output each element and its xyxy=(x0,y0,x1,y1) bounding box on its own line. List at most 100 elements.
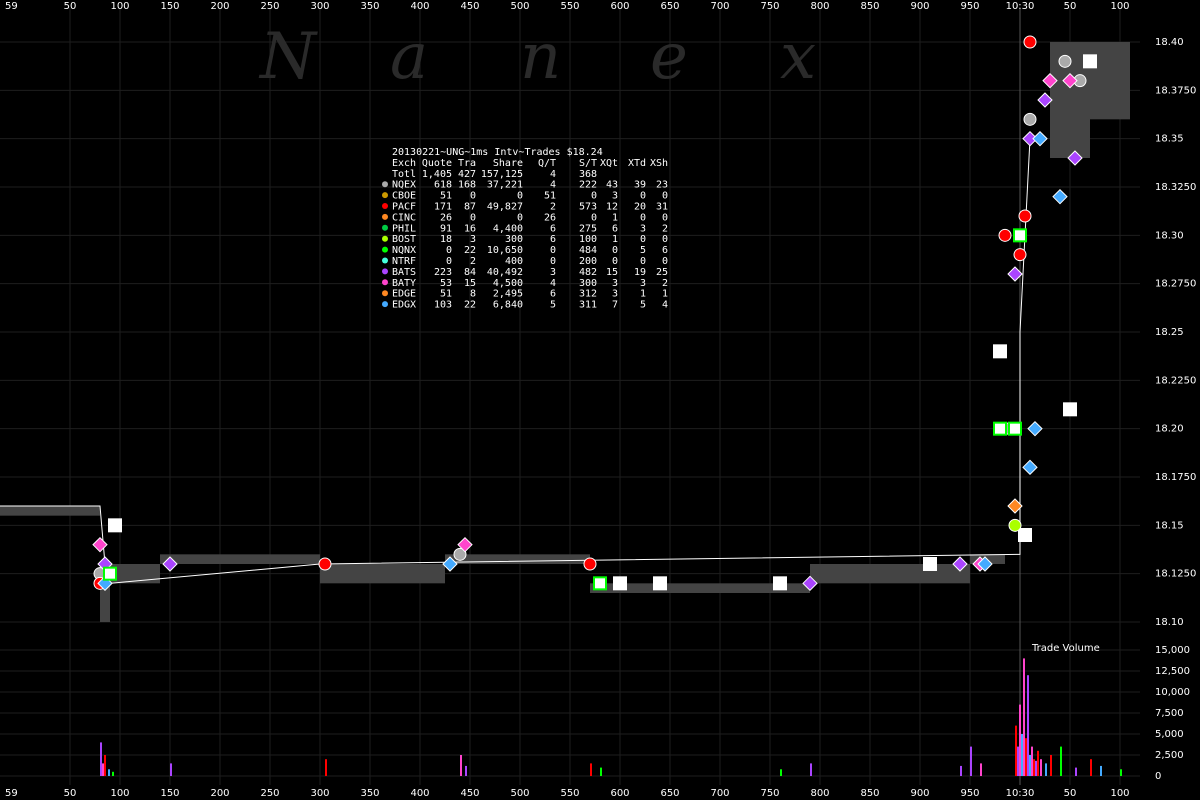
x-tick-label: 100 xyxy=(110,1,129,12)
stats-cell: 0 xyxy=(640,256,646,267)
stats-header-cell: XSh xyxy=(650,158,668,169)
stats-cell: 6,840 xyxy=(493,300,523,311)
stats-header-cell: Quote xyxy=(422,158,452,169)
x-tick-label: 59 xyxy=(5,1,18,12)
stats-cell: 4,400 xyxy=(493,223,523,234)
stats-cell: 87 xyxy=(464,202,476,213)
stats-cell: 311 xyxy=(579,300,597,311)
stats-cell: 5 xyxy=(550,300,556,311)
stats-cell: 100 xyxy=(579,234,597,245)
stats-cell: 3 xyxy=(640,278,646,289)
stats-cell: 2,495 xyxy=(493,289,523,300)
nbbo-segment xyxy=(0,506,100,516)
stats-cell: 1 xyxy=(662,289,668,300)
x-tick-label: 900 xyxy=(910,1,929,12)
watermark-letter: N xyxy=(258,20,318,94)
x-tick-label: 650 xyxy=(660,1,679,12)
volume-bar xyxy=(1029,755,1031,776)
stats-header-cell: XTd xyxy=(628,158,646,169)
legend-swatch xyxy=(382,192,388,199)
stats-cell: 0 xyxy=(470,212,476,223)
stats-cell: 0 xyxy=(591,212,597,223)
volume-bar xyxy=(104,755,106,776)
stats-cell: PACF xyxy=(392,202,416,213)
stats-table: 20130221~UNG~1ms Intv~Trades $18.24Exch Q… xyxy=(382,147,668,311)
nbbo-segment xyxy=(160,554,320,564)
stats-cell: 300 xyxy=(505,234,523,245)
x-tick-label: 350 xyxy=(360,788,379,799)
stats-cell: 23 xyxy=(656,180,668,191)
volume-bar xyxy=(112,771,114,776)
stats-cell: 0 xyxy=(517,191,523,202)
x-tick-label: 750 xyxy=(760,1,779,12)
y-tick-label: 18.3750 xyxy=(1155,85,1196,96)
stats-title: 20130221~UNG~1ms Intv~Trades $18.24 xyxy=(392,147,603,158)
stats-cell: 4,500 xyxy=(493,278,523,289)
stats-cell: 4 xyxy=(550,180,556,191)
stats-cell: 171 xyxy=(434,202,452,213)
volume-bar xyxy=(1023,658,1025,776)
stats-cell: 22 xyxy=(464,300,476,311)
trade-marker-ntrf xyxy=(1018,528,1032,542)
x-tick-label: 950 xyxy=(960,788,979,799)
stats-cell: 482 xyxy=(579,267,597,278)
volume-bar xyxy=(1040,759,1042,776)
x-tick-label: 500 xyxy=(510,1,529,12)
trade-marker-pacf xyxy=(318,557,332,571)
y-tick-label: 18.30 xyxy=(1155,230,1184,241)
trade-marker-edgx xyxy=(1022,459,1038,476)
volume-bar xyxy=(1015,725,1017,776)
y-tick-label: 18.25 xyxy=(1155,327,1184,338)
trade-marker-nqex xyxy=(1023,112,1037,126)
volume-bar xyxy=(1045,763,1047,776)
legend-swatch xyxy=(382,213,388,220)
stats-cell: 1,405 xyxy=(422,169,452,180)
x-tick-label: 300 xyxy=(310,1,329,12)
y-tick-label: 18.1250 xyxy=(1155,569,1196,580)
stats-cell: 484 xyxy=(579,245,597,256)
x-tick-label: 400 xyxy=(410,1,429,12)
y-tick-label: 18.40 xyxy=(1155,37,1184,48)
stats-cell: 51 xyxy=(440,191,452,202)
x-tick-label: 10:30 xyxy=(1006,1,1035,12)
stats-cell: 6 xyxy=(550,289,556,300)
volume-y-axis: 15,000 12,500 10,000 7,500 5,000 2,500 0 xyxy=(1155,645,1190,782)
stats-cell: 15 xyxy=(606,267,618,278)
stats-cell: 0 xyxy=(550,245,556,256)
stats-cell: 6 xyxy=(550,223,556,234)
legend-swatch xyxy=(382,279,388,286)
volume-tick-label: 7,500 xyxy=(1155,708,1184,719)
stats-cell: 3 xyxy=(470,234,476,245)
volume-bar xyxy=(325,759,327,776)
watermark-letter: a xyxy=(390,20,428,94)
x-tick-label: 800 xyxy=(810,1,829,12)
trade-marker-ntrf xyxy=(108,518,122,533)
stats-cell: 2 xyxy=(662,223,668,234)
volume-bar xyxy=(1035,760,1037,776)
volume-bar xyxy=(960,765,962,776)
trade-marker-pacf xyxy=(998,228,1012,242)
stats-cell: 19 xyxy=(634,267,646,278)
stats-cell: 26 xyxy=(440,212,452,223)
trade-marker-ntrf xyxy=(1083,54,1097,69)
trade-marker-ntrf xyxy=(773,576,787,591)
x-tick-label: 400 xyxy=(410,788,429,799)
volume-bar xyxy=(780,769,782,776)
volume-bar xyxy=(600,767,602,776)
volume-tick-label: 10,000 xyxy=(1155,687,1190,698)
stats-cell: 200 xyxy=(579,256,597,267)
trade-marker-bats xyxy=(1037,92,1053,108)
stats-cell: 3 xyxy=(550,267,556,278)
nbbo-segment xyxy=(445,554,590,564)
stats-cell: 25 xyxy=(656,267,668,278)
x-tick-label: 100 xyxy=(1110,788,1129,799)
trade-marker-ntrf xyxy=(613,576,627,591)
legend-swatch xyxy=(382,257,388,264)
stats-cell: 0 xyxy=(470,191,476,202)
trade-marker-nqex xyxy=(1058,54,1072,68)
nbbo-segment xyxy=(810,564,970,584)
stats-cell: NTRF xyxy=(392,256,416,267)
volume-tick-label: 2,500 xyxy=(1155,750,1184,761)
nbbo-segment xyxy=(1090,42,1130,120)
legend-swatch xyxy=(382,224,388,231)
